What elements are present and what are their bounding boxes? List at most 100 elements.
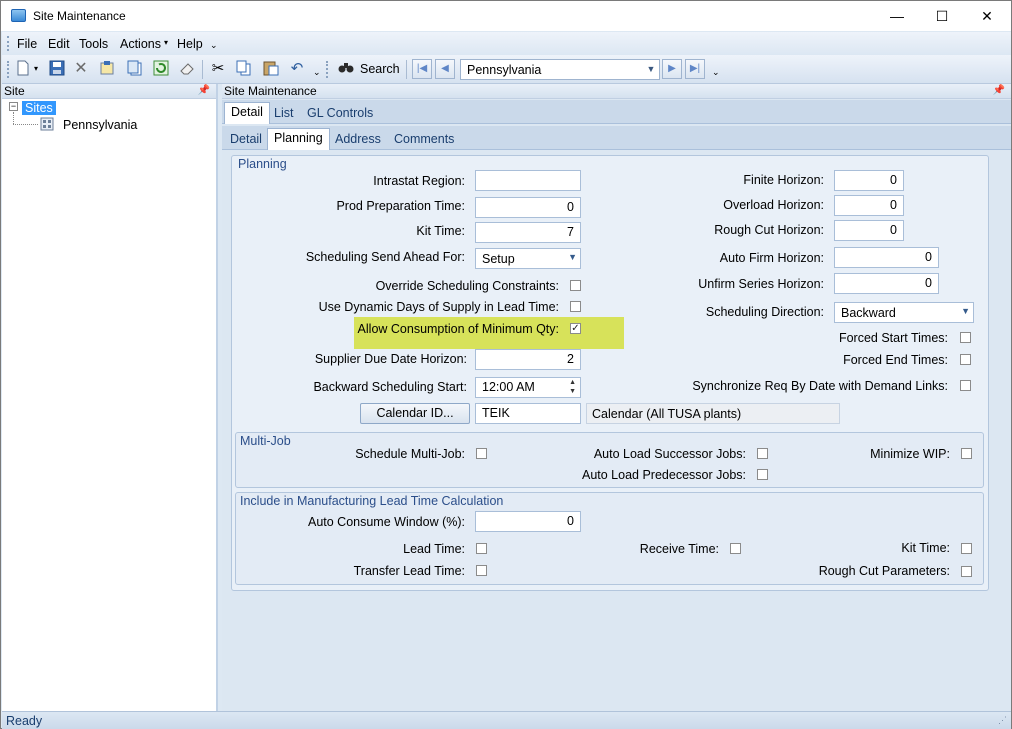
save-icon[interactable]: [48, 60, 66, 78]
menu-edit[interactable]: Edit: [48, 37, 70, 51]
supplier-due-input[interactable]: 2: [475, 349, 581, 370]
tree-node-sites[interactable]: Sites: [22, 101, 56, 115]
new-dropdown-icon[interactable]: ▾: [34, 64, 38, 73]
copy-record-icon[interactable]: [126, 60, 144, 78]
toolbar-grip[interactable]: [7, 61, 10, 78]
multi-job-title: Multi-Job: [240, 434, 291, 448]
minimize-button[interactable]: —: [874, 1, 920, 31]
time-spinner-icon[interactable]: ▲ ▼: [569, 378, 576, 396]
toolbar-overflow-icon[interactable]: ⌄: [313, 67, 321, 78]
subtab-address[interactable]: Address: [335, 132, 381, 146]
toolbar-separator-2: [406, 60, 407, 79]
copy-icon[interactable]: [235, 60, 253, 78]
refresh-icon[interactable]: [152, 60, 170, 78]
delete-icon[interactable]: ✕: [72, 60, 90, 78]
menu-tools[interactable]: Tools: [79, 37, 108, 51]
unfirm-series-input[interactable]: 0: [834, 273, 939, 294]
menu-grip[interactable]: [7, 36, 10, 51]
attach-icon[interactable]: [98, 60, 116, 78]
receive-time-checkbox[interactable]: [730, 543, 741, 554]
toolbar: ▾ ✕ ✂ ↶ ⌄ Search |◀ ◀ Pennsylvania ▼ ▶ ▶…: [2, 55, 1011, 84]
nav-overflow-icon[interactable]: ⌄: [712, 67, 720, 78]
cut-icon[interactable]: ✂: [209, 60, 227, 78]
prod-prep-time-label: Prod Preparation Time:: [336, 199, 465, 213]
close-button[interactable]: ✕: [964, 1, 1010, 31]
kit-time-include-checkbox[interactable]: [961, 543, 972, 554]
tab-detail[interactable]: Detail: [224, 102, 270, 124]
auto-firm-label: Auto Firm Horizon:: [719, 251, 824, 265]
sched-direction-label: Scheduling Direction:: [705, 305, 824, 319]
first-record-icon[interactable]: |◀: [412, 59, 432, 79]
forced-start-checkbox[interactable]: [960, 332, 971, 343]
site-pane-title: Site: [4, 84, 25, 98]
chevron-down-icon[interactable]: ▼: [961, 306, 970, 316]
override-constraints-checkbox[interactable]: [570, 280, 581, 291]
menu-help[interactable]: Help: [177, 37, 203, 51]
dynamic-days-checkbox[interactable]: [570, 301, 581, 312]
allow-min-qty-label: Allow Consumption of Minimum Qty:: [357, 322, 559, 336]
lead-time-checkbox[interactable]: [476, 543, 487, 554]
toolbar-grip-2[interactable]: [326, 61, 329, 78]
collapse-icon[interactable]: −: [9, 102, 18, 111]
sched-send-ahead-select[interactable]: Setup ▼: [475, 248, 581, 269]
subtab-planning[interactable]: Planning: [267, 128, 330, 150]
transfer-lead-time-checkbox[interactable]: [476, 565, 487, 576]
chevron-down-icon[interactable]: ▼: [644, 61, 658, 78]
status-text: Ready: [6, 714, 43, 728]
last-record-icon[interactable]: ▶|: [685, 59, 705, 79]
auto-predecessor-checkbox[interactable]: [757, 469, 768, 480]
kit-time-input[interactable]: 7: [475, 222, 581, 243]
intrastat-region-input[interactable]: [475, 170, 581, 191]
finite-horizon-input[interactable]: 0: [834, 170, 904, 191]
schedule-multi-job-checkbox[interactable]: [476, 448, 487, 459]
chevron-down-icon[interactable]: ▼: [568, 252, 577, 262]
subtab-detail[interactable]: Detail: [230, 132, 262, 146]
auto-predecessor-label: Auto Load Predecessor Jobs:: [582, 468, 746, 482]
minimize-wip-checkbox[interactable]: [961, 448, 972, 459]
menu-actions[interactable]: Actions: [120, 37, 161, 51]
calendar-id-button[interactable]: Calendar ID...: [360, 403, 470, 424]
sync-req-checkbox[interactable]: [960, 380, 971, 391]
tree-node-pennsylvania[interactable]: Pennsylvania: [63, 118, 137, 132]
prod-prep-time-input[interactable]: 0: [475, 197, 581, 218]
forced-end-checkbox[interactable]: [960, 354, 971, 365]
sched-direction-select[interactable]: Backward ▼: [834, 302, 974, 323]
binoculars-icon[interactable]: [337, 60, 355, 78]
backward-start-value: 12:00 AM: [482, 380, 535, 394]
menu-overflow-icon[interactable]: ⌄: [210, 40, 218, 51]
tab-list[interactable]: List: [274, 106, 293, 120]
auto-firm-input[interactable]: 0: [834, 247, 939, 268]
resize-grip-icon[interactable]: ⋰: [998, 715, 1007, 726]
next-record-icon[interactable]: ▶: [662, 59, 682, 79]
search-button[interactable]: Search: [360, 62, 400, 76]
auto-consume-input[interactable]: 0: [475, 511, 581, 532]
maximize-button[interactable]: ☐: [919, 1, 965, 31]
tab-gl-controls[interactable]: GL Controls: [307, 106, 373, 120]
sync-req-label: Synchronize Req By Date with Demand Link…: [692, 379, 948, 393]
backward-start-input[interactable]: 12:00 AM ▲ ▼: [475, 377, 581, 398]
rough-cut-params-label: Rough Cut Parameters:: [818, 564, 950, 578]
pin-icon[interactable]: 📌: [198, 84, 210, 98]
clear-eraser-icon[interactable]: [178, 60, 196, 78]
site-selector[interactable]: Pennsylvania ▼: [460, 59, 660, 80]
menu-file[interactable]: File: [17, 37, 37, 51]
rough-cut-params-checkbox[interactable]: [961, 566, 972, 577]
auto-successor-checkbox[interactable]: [757, 448, 768, 459]
receive-time-label: Receive Time:: [639, 542, 719, 556]
planning-title: Planning: [238, 157, 287, 171]
rough-cut-horizon-input[interactable]: 0: [834, 220, 904, 241]
status-bar: Ready ⋰: [2, 711, 1011, 729]
overload-horizon-input[interactable]: 0: [834, 195, 904, 216]
backward-start-label: Backward Scheduling Start:: [313, 380, 467, 394]
subtab-comments[interactable]: Comments: [394, 132, 454, 146]
paste-icon[interactable]: [262, 60, 280, 78]
lead-time-label: Lead Time:: [403, 542, 465, 556]
previous-record-icon[interactable]: ◀: [435, 59, 455, 79]
undo-icon[interactable]: ↶: [288, 60, 306, 78]
pin-icon[interactable]: 📌: [993, 84, 1005, 98]
allow-min-qty-checkbox[interactable]: ✓: [570, 323, 581, 334]
sched-send-ahead-label: Scheduling Send Ahead For:: [305, 250, 465, 264]
menu-bar: File Edit Tools Actions ▾ Help ⌄: [2, 32, 1011, 55]
calendar-id-input[interactable]: TEIK: [475, 403, 581, 424]
new-icon[interactable]: [14, 60, 32, 78]
